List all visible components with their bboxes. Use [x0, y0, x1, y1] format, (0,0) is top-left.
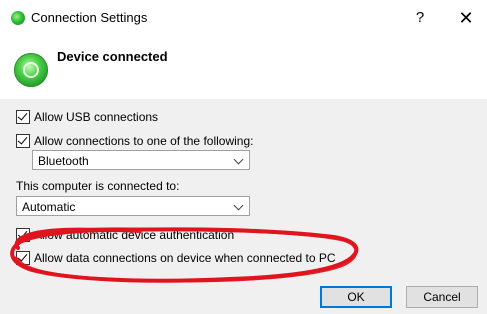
close-button[interactable]: ✕: [454, 6, 478, 30]
allow-one-of-checkbox[interactable]: [16, 134, 30, 148]
header-title: Device connected: [57, 49, 168, 64]
help-button[interactable]: ?: [410, 8, 430, 28]
allow-auto-auth-label: Allow automatic device authentication: [34, 228, 235, 242]
device-connected-icon: [14, 53, 48, 87]
dialog-header: Device connected: [0, 37, 487, 100]
allow-one-of-checkbox-row[interactable]: Allow connections to one of the followin…: [16, 133, 253, 149]
allow-one-of-label: Allow connections to one of the followin…: [34, 134, 254, 148]
connected-to-label: This computer is connected to:: [16, 179, 180, 193]
connected-to-select[interactable]: Automatic: [16, 196, 250, 216]
ok-button[interactable]: OK: [320, 286, 392, 308]
cancel-button[interactable]: Cancel: [406, 286, 478, 308]
chevron-down-icon: [233, 154, 244, 165]
allow-auto-auth-checkbox-row[interactable]: Allow automatic device authentication: [16, 227, 234, 243]
allow-data-label: Allow data connections on device when co…: [34, 251, 336, 265]
window-title: Connection Settings: [31, 10, 148, 25]
allow-data-checkbox[interactable]: [16, 251, 30, 265]
dialog-body: Allow USB connections Allow connections …: [0, 99, 487, 314]
connection-type-value: Bluetooth: [38, 154, 89, 168]
allow-auto-auth-checkbox[interactable]: [16, 228, 30, 242]
allow-usb-checkbox-row[interactable]: Allow USB connections: [16, 109, 158, 125]
title-bar: Connection Settings ? ✕: [0, 0, 487, 37]
allow-usb-checkbox[interactable]: [16, 110, 30, 124]
allow-usb-label: Allow USB connections: [34, 110, 159, 124]
connected-to-value: Automatic: [22, 200, 76, 214]
chevron-down-icon: [233, 200, 244, 211]
connection-type-select[interactable]: Bluetooth: [32, 150, 250, 170]
app-icon: [11, 11, 25, 25]
allow-data-checkbox-row[interactable]: Allow data connections on device when co…: [16, 250, 336, 266]
